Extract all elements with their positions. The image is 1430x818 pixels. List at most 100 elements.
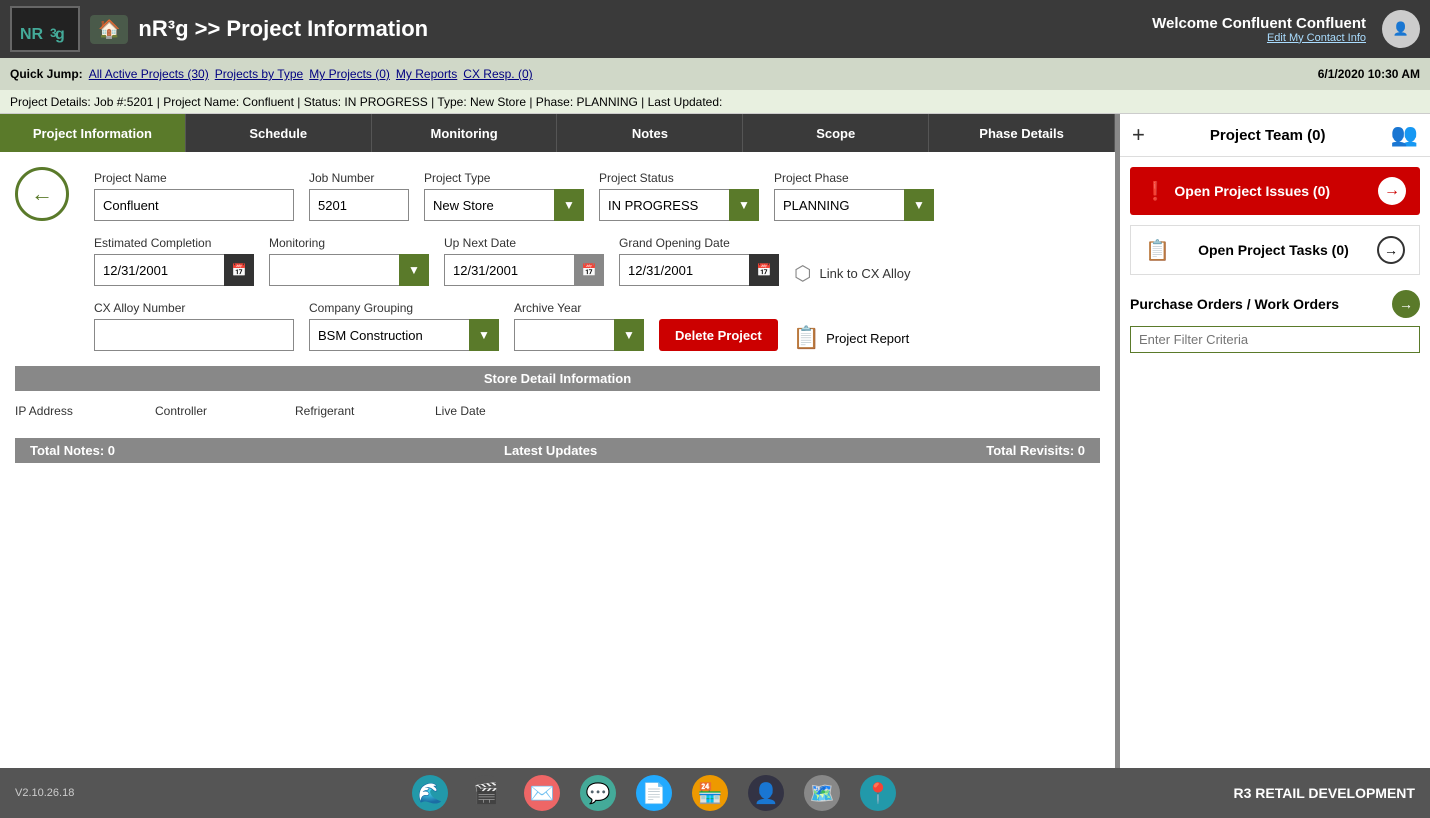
quickjump-label: Quick Jump: <box>10 67 83 81</box>
project-status-input[interactable] <box>599 189 729 221</box>
left-panel: Project Information Schedule Monitoring … <box>0 114 1117 768</box>
store-detail-row: IP Address Controller Refrigerant Live D… <box>15 399 1100 423</box>
quickjump-my-projects[interactable]: My Projects (0) <box>309 67 390 81</box>
project-phase-group: Project Phase ▼ <box>774 171 934 221</box>
project-phase-dropdown-btn[interactable]: ▼ <box>904 189 934 221</box>
po-filter-input[interactable] <box>1130 326 1420 353</box>
monitoring-select: ▼ <box>269 254 429 286</box>
grand-opening-date-input[interactable] <box>619 254 749 286</box>
estimated-completion-label: Estimated Completion <box>94 236 254 250</box>
quickjump-cx-resp[interactable]: CX Resp. (0) <box>463 67 532 81</box>
po-arrow-button[interactable]: → <box>1392 290 1420 318</box>
project-status-dropdown-btn[interactable]: ▼ <box>729 189 759 221</box>
taskbar: V2.10.26.18 🌊 🎬 ✉️ 💬 📄 🏪 👤 🗺️ 📍 R3 RETAI… <box>0 768 1430 818</box>
monitoring-dropdown-btn[interactable]: ▼ <box>399 254 429 286</box>
job-number-label: Job Number <box>309 171 409 185</box>
right-panel: + Project Team (0) 👥 ❗ Open Project Issu… <box>1120 114 1430 768</box>
project-report-button[interactable]: 📋 Project Report <box>793 325 910 351</box>
company-grouping-dropdown-btn[interactable]: ▼ <box>469 319 499 351</box>
right-panel-header: + Project Team (0) 👥 <box>1120 114 1430 157</box>
company-grouping-select: ▼ <box>309 319 499 351</box>
job-number-input[interactable] <box>309 189 409 221</box>
tab-phase-details[interactable]: Phase Details <box>929 114 1115 152</box>
grand-opening-calendar-btn[interactable]: 📅 <box>749 254 779 286</box>
tasks-arrow-icon: → <box>1377 236 1405 264</box>
project-name-input[interactable] <box>94 189 294 221</box>
datetime: 6/1/2020 10:30 AM <box>1318 67 1420 81</box>
tab-schedule[interactable]: Schedule <box>186 114 372 152</box>
up-next-date-group: Up Next Date 📅 <box>444 236 604 286</box>
project-type-select: ▼ <box>424 189 584 221</box>
project-type-dropdown-btn[interactable]: ▼ <box>554 189 584 221</box>
form-row-2: Estimated Completion 📅 Monitoring ▼ Up N… <box>15 236 1100 286</box>
up-next-date-input[interactable] <box>444 254 574 286</box>
up-next-date-calendar-btn[interactable]: 📅 <box>574 254 604 286</box>
open-project-issues-button[interactable]: ❗ Open Project Issues (0) → <box>1130 167 1420 215</box>
monitoring-input[interactable] <box>269 254 399 286</box>
svg-text:g: g <box>55 26 65 43</box>
issues-arrow-icon: → <box>1378 177 1406 205</box>
welcome-text: Welcome Confluent Confluent <box>1152 15 1366 32</box>
archive-year-dropdown-btn[interactable]: ▼ <box>614 319 644 351</box>
archive-year-group: Archive Year ▼ <box>514 301 644 351</box>
po-title: Purchase Orders / Work Orders <box>1130 296 1339 312</box>
project-phase-input[interactable] <box>774 189 904 221</box>
tab-notes[interactable]: Notes <box>557 114 743 152</box>
project-details-bar: Project Details: Job #:5201 | Project Na… <box>0 90 1430 114</box>
tab-monitoring[interactable]: Monitoring <box>372 114 558 152</box>
home-icon[interactable]: 🏠 <box>90 15 128 44</box>
tab-project-information[interactable]: Project Information <box>0 114 186 152</box>
issues-btn-content: ❗ Open Project Issues (0) <box>1144 181 1330 202</box>
taskbar-right-label: R3 RETAIL DEVELOPMENT <box>1233 785 1415 801</box>
refrigerant-label: Refrigerant <box>295 404 395 418</box>
logo: NR 3 g <box>10 6 80 52</box>
app-title: nR³g >> Project Information <box>138 16 428 42</box>
delete-project-button[interactable]: Delete Project <box>659 319 778 351</box>
project-name-group: Project Name <box>94 171 294 221</box>
link-to-cx-alloy-label[interactable]: Link to CX Alloy <box>819 266 910 281</box>
po-section: Purchase Orders / Work Orders → <box>1130 290 1420 353</box>
open-project-tasks-button[interactable]: 📋 Open Project Tasks (0) → <box>1130 225 1420 275</box>
up-next-date-label: Up Next Date <box>444 236 604 250</box>
archive-year-input[interactable] <box>514 319 614 351</box>
add-team-member-button[interactable]: + <box>1132 122 1145 148</box>
edit-contact-link[interactable]: Edit My Contact Info <box>1152 32 1366 44</box>
team-icon: 👥 <box>1391 122 1418 148</box>
back-button[interactable]: ← <box>15 167 69 221</box>
ip-address-label: IP Address <box>15 404 115 418</box>
cx-alloy-number-input[interactable] <box>94 319 294 351</box>
project-name-label: Project Name <box>94 171 294 185</box>
quickjump-all-active[interactable]: All Active Projects (30) <box>89 67 209 81</box>
header: NR 3 g 🏠 nR³g >> Project Information Wel… <box>0 0 1430 58</box>
archive-year-select: ▼ <box>514 319 644 351</box>
quickjump-bar: Quick Jump: All Active Projects (30) Pro… <box>0 58 1430 90</box>
tab-scope[interactable]: Scope <box>743 114 929 152</box>
archive-year-label: Archive Year <box>514 301 644 315</box>
project-type-label: Project Type <box>424 171 584 185</box>
project-team-title: Project Team (0) <box>1210 127 1326 144</box>
total-notes: Total Notes: 0 <box>30 443 115 458</box>
project-details-text: Project Details: Job #:5201 | Project Na… <box>10 95 722 109</box>
project-type-group: Project Type ▼ <box>424 171 584 221</box>
svg-text:NR: NR <box>20 26 44 43</box>
estimated-completion-calendar-btn[interactable]: 📅 <box>224 254 254 286</box>
quickjump-links: Quick Jump: All Active Projects (30) Pro… <box>10 67 533 81</box>
quickjump-my-reports[interactable]: My Reports <box>396 67 457 81</box>
header-user-info: Welcome Confluent Confluent Edit My Cont… <box>1152 15 1366 44</box>
issues-exclamation-icon: ❗ <box>1144 181 1166 202</box>
notes-bar: Total Notes: 0 Latest Updates Total Revi… <box>15 438 1100 463</box>
job-number-group: Job Number <box>309 171 409 221</box>
project-status-label: Project Status <box>599 171 759 185</box>
grand-opening-date-label: Grand Opening Date <box>619 236 779 250</box>
version-label: V2.10.26.18 <box>15 787 74 799</box>
latest-updates: Latest Updates <box>504 443 597 458</box>
content-area: ← Project Name Job Number Project Type ▼ <box>0 152 1115 768</box>
quickjump-by-type[interactable]: Projects by Type <box>215 67 304 81</box>
main-layout: Project Information Schedule Monitoring … <box>0 114 1430 768</box>
estimated-completion-input[interactable] <box>94 254 224 286</box>
project-phase-select: ▼ <box>774 189 934 221</box>
cx-alloy-number-group: CX Alloy Number <box>94 301 294 351</box>
company-grouping-input[interactable] <box>309 319 469 351</box>
project-phase-label: Project Phase <box>774 171 934 185</box>
project-type-input[interactable] <box>424 189 554 221</box>
